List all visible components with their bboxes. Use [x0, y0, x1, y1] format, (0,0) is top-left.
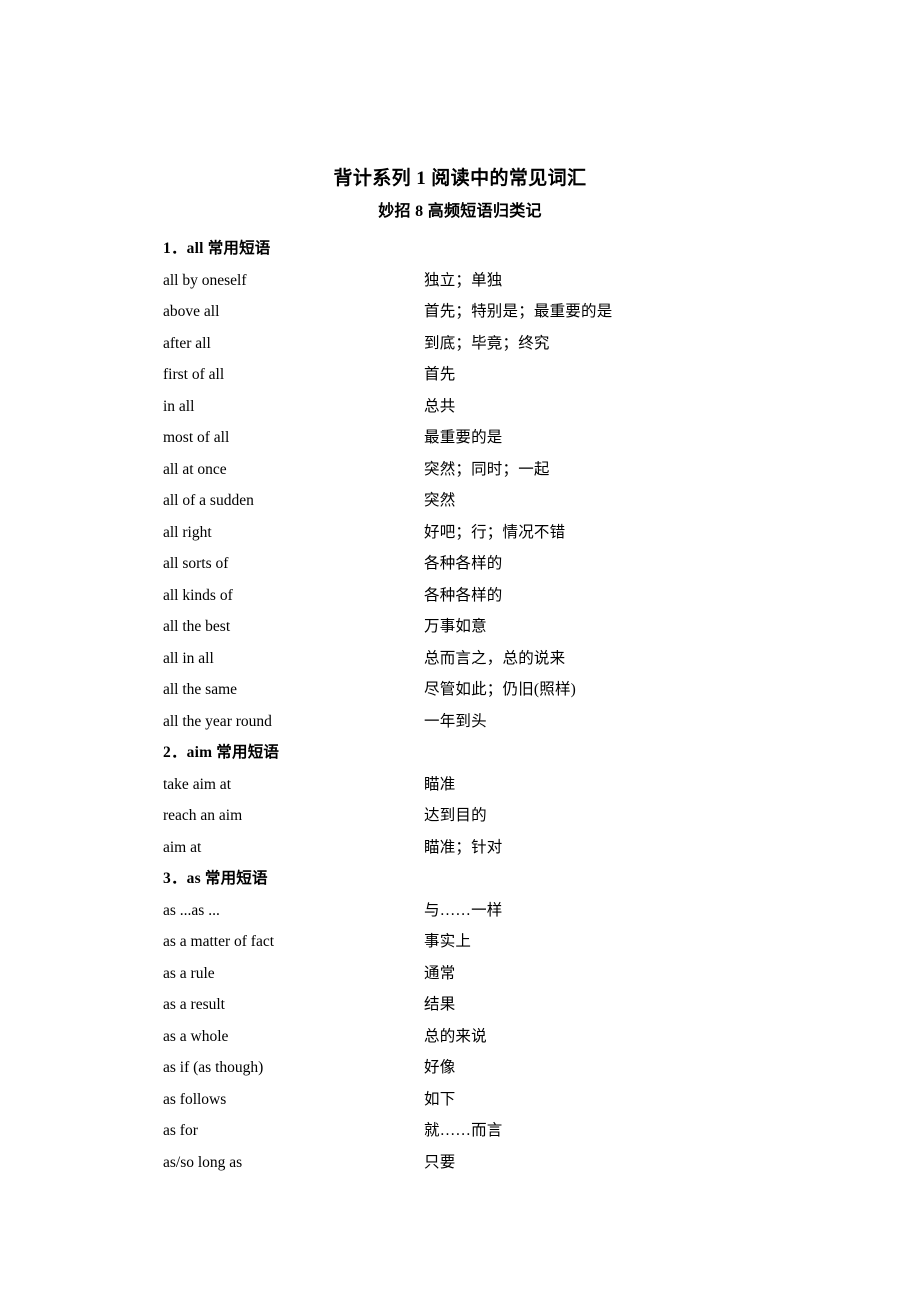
phrase-term: in all: [163, 397, 195, 415]
phrase-row: all at once 突然；同时；一起: [0, 454, 920, 486]
phrase-gloss: 好像: [424, 1059, 456, 1076]
phrase-gloss: 突然: [424, 492, 456, 509]
section-heading-aim: 2．aim 常用短语: [163, 744, 280, 761]
phrase-gloss: 各种各样的: [424, 586, 503, 604]
phrase-term: reach an aim: [163, 807, 243, 824]
phrase-term: as if (as though): [163, 1059, 264, 1076]
phrase-row: as a result 结果: [0, 989, 920, 1021]
phrase-term: after all: [163, 334, 211, 352]
phrase-term: as follows: [163, 1090, 227, 1108]
phrase-term: all the same: [163, 681, 238, 698]
phrase-row: as ...as ... 与……一样: [0, 895, 920, 927]
phrase-row: as/so long as 只要: [0, 1147, 920, 1179]
phrase-term: as/so long as: [163, 1153, 243, 1171]
phrase-gloss: 瞄准；针对: [424, 838, 503, 856]
phrase-gloss: 到底；毕竟；终究: [424, 334, 550, 352]
phrase-term: most of all: [163, 429, 230, 446]
phrase-term: above all: [163, 303, 220, 320]
phrase-gloss: 尽管如此；仍旧(照样): [424, 681, 577, 698]
phrase-term: as for: [163, 1122, 198, 1139]
phrase-gloss: 一年到头: [424, 712, 487, 730]
phrase-gloss: 总而言之，总的说来: [424, 649, 566, 667]
phrase-gloss: 与……一样: [424, 901, 503, 919]
phrase-gloss: 突然；同时；一起: [424, 460, 550, 478]
section-heading-row: 2．aim 常用短语: [0, 737, 920, 769]
phrase-row: as follows 如下: [0, 1084, 920, 1116]
phrase-term: all the year round: [163, 712, 272, 730]
phrase-row: as for 就……而言: [0, 1115, 920, 1147]
phrase-row: reach an aim 达到目的: [0, 800, 920, 832]
phrase-gloss: 就……而言: [424, 1122, 503, 1139]
phrase-gloss: 总的来说: [424, 1027, 487, 1045]
phrase-row: take aim at 瞄准: [0, 769, 920, 801]
section-heading-row: 1．all 常用短语: [0, 233, 920, 265]
phrase-row: aim at 瞄准；针对: [0, 832, 920, 864]
phrase-row: all the same 尽管如此；仍旧(照样): [0, 674, 920, 706]
phrase-row: as a whole 总的来说: [0, 1021, 920, 1053]
phrase-row: first of all 首先: [0, 359, 920, 391]
phrase-row: most of all 最重要的是: [0, 422, 920, 454]
phrase-list: 1．all 常用短语 all by oneself 独立；单独 above all 首先…: [0, 233, 920, 1178]
phrase-row: all the best 万事如意: [0, 611, 920, 643]
phrase-row: after all 到底；毕竟；终究: [0, 328, 920, 360]
section-heading-as: 3．as 常用短语: [163, 870, 268, 887]
phrase-term: as a result: [163, 996, 225, 1013]
phrase-gloss: 独立；单独: [424, 271, 503, 289]
section-heading-all: 1．all 常用短语: [163, 240, 271, 257]
phrase-term: all right: [163, 523, 212, 541]
document-page: 背计系列 1 阅读中的常见词汇 妙招 8 高频短语归类记 1．all 常用短语 a…: [0, 0, 920, 1302]
phrase-term: all kinds of: [163, 586, 233, 604]
phrase-row: above all 首先；特别是；最重要的是: [0, 296, 920, 328]
phrase-gloss: 通常: [424, 964, 456, 982]
phrase-term: as a matter of fact: [163, 933, 275, 950]
phrase-row: in all 总共: [0, 391, 920, 423]
phrase-row: all in all 总而言之，总的说来: [0, 643, 920, 675]
phrase-term: all at once: [163, 460, 227, 478]
phrase-row: as a rule 通常: [0, 958, 920, 990]
phrase-row: all by oneself 独立；单独: [0, 265, 920, 297]
phrase-gloss: 达到目的: [424, 807, 487, 824]
phrase-term: aim at: [163, 838, 202, 856]
phrase-gloss: 事实上: [424, 933, 472, 950]
phrase-row: as a matter of fact 事实上: [0, 926, 920, 958]
phrase-gloss: 万事如意: [424, 618, 487, 635]
phrase-term: as a rule: [163, 964, 215, 982]
page-title: 背计系列 1 阅读中的常见词汇: [333, 168, 587, 189]
phrase-gloss: 瞄准: [424, 775, 456, 793]
page-subtitle: 妙招 8 高频短语归类记: [378, 203, 542, 220]
phrase-term: all the best: [163, 618, 231, 635]
phrase-gloss: 结果: [424, 996, 456, 1013]
phrase-term: all of a sudden: [163, 492, 254, 509]
phrase-gloss: 最重要的是: [424, 429, 503, 446]
phrase-gloss: 首先: [424, 366, 456, 383]
phrase-term: all in all: [163, 649, 214, 667]
phrase-row: all right 好吧；行；情况不错: [0, 517, 920, 549]
phrase-gloss: 只要: [424, 1153, 456, 1171]
phrase-term: all by oneself: [163, 271, 247, 289]
phrase-term: first of all: [163, 366, 225, 383]
phrase-term: take aim at: [163, 775, 231, 793]
phrase-term: as a whole: [163, 1027, 229, 1045]
phrase-row: as if (as though) 好像: [0, 1052, 920, 1084]
phrase-row: all sorts of 各种各样的: [0, 548, 920, 580]
phrase-gloss: 好吧；行；情况不错: [424, 523, 566, 541]
phrase-row: all of a sudden 突然: [0, 485, 920, 517]
phrase-gloss: 各种各样的: [424, 555, 503, 572]
phrase-row: all the year round 一年到头: [0, 706, 920, 738]
phrase-gloss: 总共: [424, 397, 456, 415]
phrase-term: all sorts of: [163, 555, 229, 572]
phrase-row: all kinds of 各种各样的: [0, 580, 920, 612]
section-heading-row: 3．as 常用短语: [0, 863, 920, 895]
phrase-gloss: 首先；特别是；最重要的是: [424, 303, 613, 320]
phrase-term: as ...as ...: [163, 901, 220, 919]
phrase-gloss: 如下: [424, 1090, 456, 1108]
